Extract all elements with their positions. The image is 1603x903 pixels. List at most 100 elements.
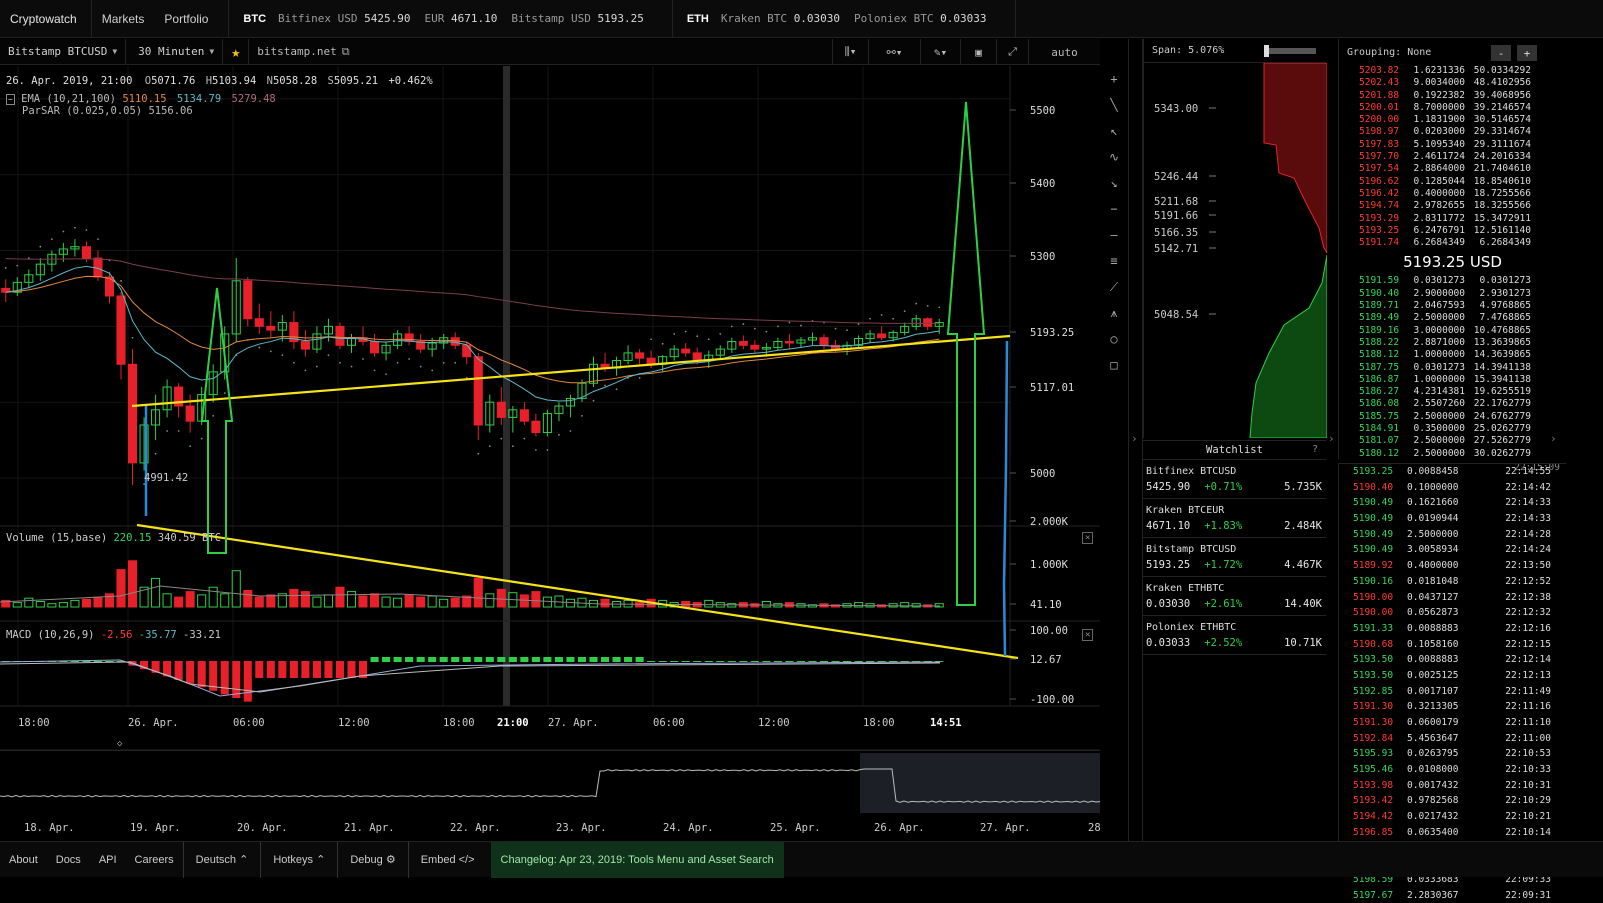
fullscreen-button[interactable]: ⤢ [996, 39, 1028, 65]
curve-icon[interactable]: ∿ [1109, 144, 1119, 170]
watchlist-item[interactable]: Kraken ETHBTC 0.03030 +2.61% 14.40K [1143, 577, 1326, 616]
arrow-icon[interactable]: ↘ [1110, 170, 1117, 196]
order-book-row[interactable]: 5184.91 0.3500000 25.0262779 [1339, 423, 1566, 435]
macd-bar [531, 657, 540, 662]
order-book-row[interactable]: 5197.70 2.4611724 24.2016334 [1339, 151, 1566, 163]
order-book-row[interactable]: 5201.88 0.1922382 39.4068956 [1339, 90, 1566, 102]
close-volume-icon[interactable]: ✕ [1082, 532, 1094, 544]
chart-type-button[interactable]: ⫼▾ [832, 39, 868, 65]
order-book-row[interactable]: 5186.87 1.0000000 15.3941138 [1339, 374, 1566, 386]
footer-careers[interactable]: Careers [126, 842, 183, 878]
scale-auto-button[interactable]: auto [1028, 39, 1100, 65]
close-macd-icon[interactable]: ✕ [1082, 629, 1094, 641]
market-select[interactable]: Bitstamp BTCUSD ▼ [0, 38, 127, 65]
grouping-minus-button[interactable]: - [1491, 45, 1511, 61]
horizontal-line-icon[interactable]: − [1110, 196, 1117, 222]
fan-icon[interactable]: ⟋ [1110, 274, 1118, 300]
price-chart[interactable]: 5500 5400 5300 5193.25 5117.01 5000 4991.42 2.0… [0, 66, 1100, 751]
order-book-row[interactable]: 5196.42 0.4000000 18.7255566 [1339, 188, 1566, 200]
macd-legend[interactable]: MACD (10,26,9) -2.56 -35.77 -33.21 [6, 629, 221, 641]
order-book-row[interactable]: 5193.25 6.2476791 12.5161140 [1339, 225, 1566, 237]
ticker-bitfinex-usd[interactable]: Bitfinex USD 5425.90 [278, 12, 410, 25]
brand-logo[interactable]: Cryptowatch [0, 0, 92, 38]
draw-button[interactable]: ✎▾ [920, 39, 960, 65]
order-book-row[interactable]: 5185.75 2.5000000 24.6762779 [1339, 411, 1566, 423]
screenshot-button[interactable]: ▣ [960, 39, 996, 65]
volume-legend[interactable]: Volume (15,base) 220.15 340.59 BTC [6, 532, 221, 544]
parsar-legend[interactable]: ParSAR (0.025,0.05) 5156.06 [22, 105, 193, 117]
btc-ticker-group[interactable]: BTC Bitfinex USD 5425.90 EUR 4671.10 Bit… [229, 0, 673, 38]
interval-select[interactable]: 30 Minuten ▼ [126, 38, 224, 65]
hotkeys-button[interactable]: Hotkeys ⌃ [260, 841, 337, 878]
fib-icon[interactable]: ≡ [1110, 248, 1117, 274]
indicators-button[interactable]: ⚯▾ [868, 39, 920, 65]
parsar-dot [581, 414, 583, 417]
span-slider[interactable] [1264, 44, 1317, 57]
circle-icon[interactable]: ○ [1110, 326, 1117, 352]
order-book-row[interactable]: 5187.75 0.0301273 14.3941138 [1339, 362, 1566, 374]
watchlist-item[interactable]: Bitfinex BTCUSD 5425.90 +0.71% 5.735K [1143, 460, 1326, 499]
time-navigator[interactable]: 18. Apr. 19. Apr. 20. Apr. 21. Apr. 22. Apr.… [0, 750, 1101, 842]
order-book-row[interactable]: 5200.00 1.1831900 30.5146574 [1339, 114, 1566, 126]
ticker-eur[interactable]: EUR 4671.10 [425, 12, 498, 25]
order-book-row[interactable]: 5181.07 2.5000000 27.5262779 [1339, 435, 1566, 447]
eth-ticker-group[interactable]: ETH Kraken BTC 0.03030 Poloniex BTC 0.03… [673, 0, 1016, 38]
order-book-row[interactable]: 5188.12 1.0000000 14.3639865 [1339, 349, 1566, 361]
changelog-banner[interactable]: Changelog: Apr 23, 2019: Tools Menu and … [490, 841, 784, 878]
watchlist-item[interactable]: Kraken BTCEUR 4671.10 +1.83% 2.484K [1143, 499, 1326, 538]
language-select[interactable]: Deutsch ⌃ [182, 841, 261, 878]
nav-markets[interactable]: Markets [92, 0, 155, 38]
chart-canvas[interactable]: 5500 5400 5300 5193.25 5117.01 5000 4991.42 2.0… [0, 66, 1100, 751]
order-book-row[interactable]: 5193.29 2.8311772 15.3472911 [1339, 213, 1566, 225]
footer-about[interactable]: About [0, 842, 47, 878]
order-price: 5189.16 [1359, 324, 1400, 336]
favorite-button[interactable]: ★ [223, 38, 250, 65]
order-book-row[interactable]: 5198.97 0.0203000 29.3314674 [1339, 126, 1566, 138]
ticker-kraken-btc[interactable]: Kraken BTC 0.03030 [721, 12, 840, 25]
crosshair-icon[interactable]: + [1110, 66, 1117, 92]
ema-legend[interactable]: − EMA (10,21,100) 5110.15 5134.79 5279.4… [6, 93, 276, 105]
order-book-row[interactable]: 5197.83 5.1095340 29.3111674 [1339, 139, 1566, 151]
order-book-row[interactable]: 5196.62 0.1285044 18.8540610 [1339, 176, 1566, 188]
chevron-right-icon[interactable]: › [1328, 432, 1335, 445]
order-book-row[interactable]: 5200.01 8.7000000 39.2146574 [1339, 102, 1566, 114]
order-book-row[interactable]: 5186.08 2.5507260 22.1762779 [1339, 398, 1566, 410]
chevron-right-icon[interactable]: › [1131, 432, 1138, 445]
order-book-row[interactable]: 5190.40 2.9000000 2.9301273 [1339, 288, 1566, 300]
horizontal-ray-icon[interactable]: ‒ [1110, 222, 1117, 248]
depth-chart-panel[interactable]: Span: 5.076% 5343.00 5246.44 5211.68 5191.6… [1143, 39, 1328, 439]
pitchfork-icon[interactable]: ⩚ [1111, 300, 1118, 326]
watchlist-item[interactable]: Bitstamp BTCUSD 5193.25 +1.72% 4.467K [1143, 538, 1326, 577]
navigator-canvas[interactable]: 18. Apr. 19. Apr. 20. Apr. 21. Apr. 22. Apr.… [0, 751, 1101, 842]
watchlist-item[interactable]: Poloniex ETHBTC 0.03033 +2.52% 10.71K [1143, 616, 1326, 655]
order-book-row[interactable]: 5191.59 0.0301273 0.0301273 [1339, 275, 1566, 287]
line-icon[interactable]: ╲ [1110, 92, 1117, 118]
order-price: 5188.22 [1359, 336, 1400, 348]
order-book-row[interactable]: 5189.16 3.0000000 10.4768865 [1339, 325, 1566, 337]
exchange-link[interactable]: bitstamp.net ⧉ [249, 39, 357, 65]
rectangle-icon[interactable]: □ [1110, 352, 1117, 378]
order-book-row[interactable]: 5202.43 9.0034000 48.4102956 [1339, 77, 1566, 89]
footer-api[interactable]: API [90, 842, 126, 878]
depth-chart[interactable]: 5343.00 5246.44 5211.68 5191.66 5166.35 5142.… [1144, 62, 1328, 439]
debug-button[interactable]: Debug ⚙ [337, 841, 407, 878]
trade-price: 5195.46 [1353, 764, 1394, 776]
order-book-row[interactable]: 5197.54 2.8864000 21.7404610 [1339, 163, 1566, 175]
order-book-row[interactable]: 5203.82 1.6231336 50.0334292 [1339, 65, 1566, 77]
order-book-row[interactable]: 5180.12 2.5000000 30.0262779 [1339, 448, 1566, 460]
order-book-row[interactable]: 5194.74 2.9782655 18.3255566 [1339, 200, 1566, 212]
order-book-row[interactable]: 5189.49 2.5000000 7.4768865 [1339, 312, 1566, 324]
ticker-bitstamp-usd[interactable]: Bitstamp USD 5193.25 [511, 12, 643, 25]
order-book-header: Grouping: None - + [1339, 39, 1566, 65]
order-book-row[interactable]: 5191.74 6.2684349 6.2684349 [1339, 237, 1566, 249]
ray-icon[interactable]: ↖ [1110, 118, 1117, 144]
grouping-plus-button[interactable]: + [1517, 45, 1537, 61]
footer-docs[interactable]: Docs [47, 842, 90, 878]
help-icon[interactable]: ? [1312, 444, 1318, 455]
order-book-row[interactable]: 5188.22 2.8871000 13.3639865 [1339, 337, 1566, 349]
order-book-row[interactable]: 5189.71 2.0467593 4.9768865 [1339, 300, 1566, 312]
ticker-poloniex-btc[interactable]: Poloniex BTC 0.03033 [854, 12, 986, 25]
order-book-row[interactable]: 5186.27 4.2314381 19.6255519 [1339, 386, 1566, 398]
embed-button[interactable]: Embed </> [407, 841, 487, 878]
nav-portfolio[interactable]: Portfolio [154, 0, 218, 38]
